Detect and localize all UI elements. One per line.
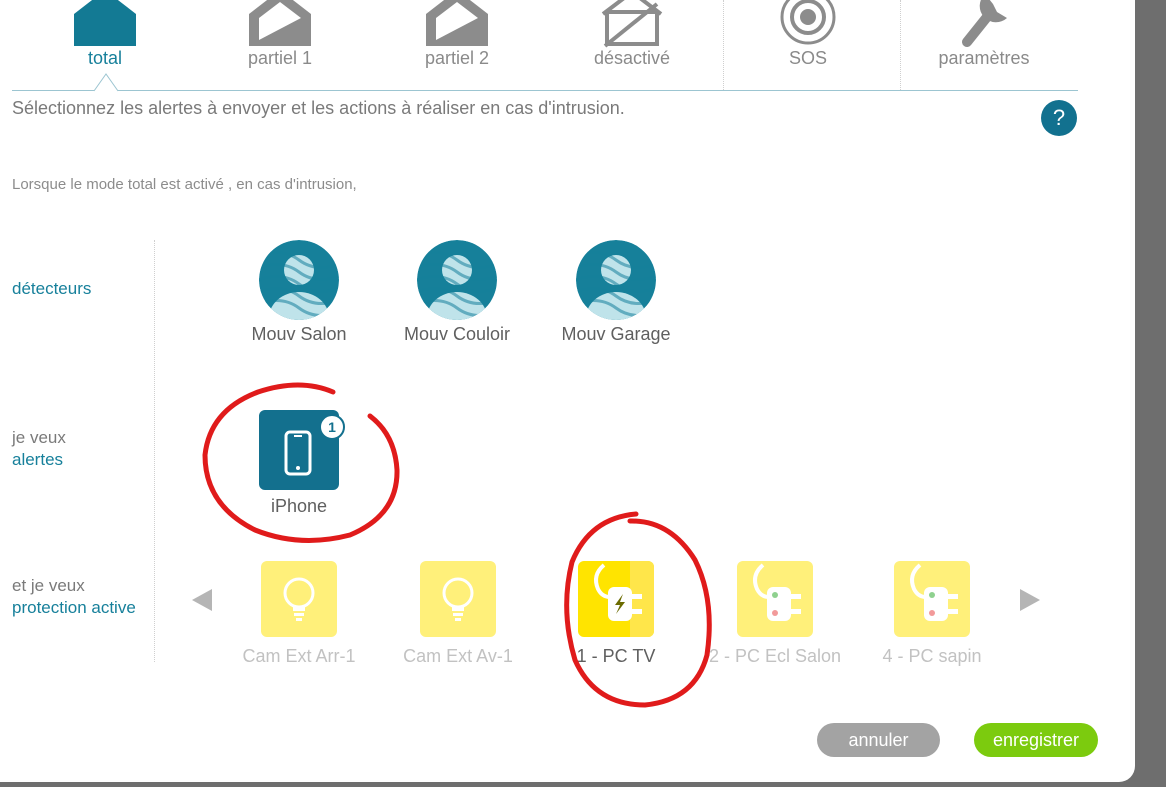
carousel-prev-arrow[interactable] — [192, 589, 212, 611]
action-item[interactable]: Cam Ext Av-1 — [378, 561, 538, 667]
detector-item[interactable]: Mouv Garage — [536, 240, 696, 345]
action-name: Cam Ext Arr-1 — [242, 646, 356, 666]
detector-item[interactable]: Mouv Salon — [219, 240, 379, 345]
tab-label: paramètres — [938, 48, 1030, 68]
detector-name: Mouv Garage — [561, 324, 671, 344]
row-label-prefix: je veux — [12, 428, 66, 447]
action-name: 4 - PC sapin — [882, 646, 982, 666]
wrench-icon — [962, 0, 1007, 47]
detector-name: Mouv Salon — [251, 324, 347, 344]
row-label-text: détecteurs — [12, 279, 92, 298]
tab-partiel-2[interactable]: partiel 2 — [387, 0, 527, 72]
motion-sensor-person-icon — [259, 240, 339, 320]
column-divider — [154, 240, 155, 662]
alert-tile: 1 — [259, 410, 345, 490]
row-label-text: alertes — [12, 450, 64, 469]
instruction-text: Sélectionnez les alertes à envoyer et le… — [12, 98, 625, 118]
tab-underline — [12, 90, 1078, 91]
sos-target-icon — [780, 0, 836, 45]
row-label-detectors: détecteurs — [12, 278, 91, 300]
house-filled-icon — [74, 0, 136, 46]
motion-sensor-person-icon — [417, 240, 497, 320]
tab-label: désactivé — [593, 48, 671, 68]
power-plug-icon — [910, 563, 958, 621]
action-item[interactable]: 2 - PC Ecl Salon — [695, 561, 855, 667]
row-label-text: protection active — [12, 598, 136, 617]
tab-parametres[interactable]: paramètres — [914, 0, 1054, 72]
action-name: 1 - PC TV — [576, 646, 656, 666]
motion-sensor-person-icon — [576, 240, 656, 320]
house-partial-icon — [426, 0, 488, 46]
action-name: 2 - PC Ecl Salon — [708, 646, 842, 666]
action-tile — [737, 561, 813, 637]
detector-name: Mouv Couloir — [403, 324, 511, 344]
power-plug-icon — [753, 563, 801, 621]
active-tab-pointer-icon — [94, 73, 118, 92]
house-disabled-icon — [601, 0, 663, 48]
help-button[interactable]: ? — [1041, 100, 1077, 136]
alarm-settings-panel: total partiel 1 partiel 2 désactivé SOS … — [0, 0, 1135, 782]
cancel-button[interactable]: annuler — [817, 723, 940, 757]
power-plug-icon — [594, 561, 654, 637]
action-tile — [578, 561, 654, 637]
mode-description: Lorsque le mode total est activé , en ca… — [12, 176, 357, 193]
light-bulb-icon — [283, 577, 315, 621]
action-tile — [420, 561, 496, 637]
action-item[interactable]: Cam Ext Arr-1 — [219, 561, 379, 667]
action-item-selected[interactable]: 1 - PC TV — [536, 561, 696, 667]
tab-divider — [723, 0, 724, 90]
row-label-actions: et je veux protection active — [12, 575, 136, 619]
tab-total[interactable]: total — [35, 0, 175, 72]
tab-label: SOS — [788, 48, 827, 68]
tab-desactive[interactable]: désactivé — [562, 0, 702, 72]
row-label-prefix: et je veux — [12, 576, 85, 595]
alert-item-iphone[interactable]: 1 iPhone — [219, 410, 379, 517]
action-name: Cam Ext Av-1 — [403, 646, 513, 666]
action-item[interactable]: 4 - PC sapin — [852, 561, 1012, 667]
alert-name: iPhone — [270, 496, 328, 516]
house-partial-icon — [249, 0, 311, 46]
tab-label: partiel 1 — [247, 48, 313, 68]
tab-sos[interactable]: SOS — [738, 0, 878, 72]
light-bulb-icon — [442, 577, 474, 621]
tab-partiel-1[interactable]: partiel 1 — [210, 0, 350, 72]
tab-label: total — [87, 48, 123, 68]
row-label-alerts: je veux alertes — [12, 427, 66, 471]
alert-count-badge: 1 — [319, 414, 345, 440]
save-button[interactable]: enregistrer — [974, 723, 1098, 757]
action-tile — [894, 561, 970, 637]
tab-divider — [900, 0, 901, 90]
tab-label: partiel 2 — [424, 48, 490, 68]
carousel-next-arrow[interactable] — [1020, 589, 1040, 611]
detector-item[interactable]: Mouv Couloir — [377, 240, 537, 345]
action-tile — [261, 561, 337, 637]
